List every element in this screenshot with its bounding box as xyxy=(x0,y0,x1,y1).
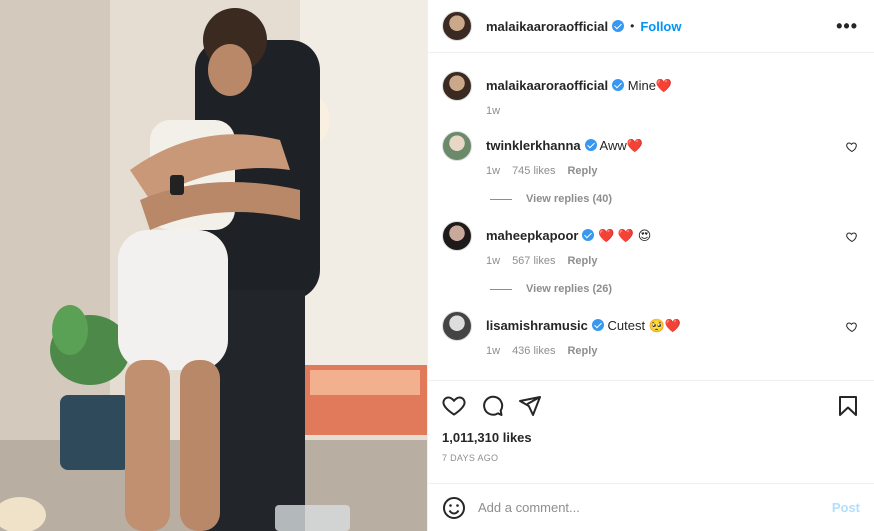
comment-username[interactable]: lisamishramusic xyxy=(486,318,588,333)
commenter-avatar[interactable] xyxy=(442,131,472,161)
comment-content: ❤️ ❤️ 😍 xyxy=(598,228,652,243)
verified-icon xyxy=(582,229,595,241)
add-comment-bar: Post xyxy=(428,483,874,531)
instagram-post: malaikaaroraofficial • Follow ••• malaik… xyxy=(0,0,874,531)
caption: malaikaaroraofficial Mine❤️ 1w xyxy=(442,71,858,117)
reply-button[interactable]: Reply xyxy=(567,255,597,267)
comment-time: 1w xyxy=(486,255,501,267)
caption-time: 1w xyxy=(486,105,501,117)
comment-content: Aww❤️ xyxy=(599,138,643,153)
comment-username[interactable]: twinklerkhanna xyxy=(486,138,581,153)
heart-icon[interactable] xyxy=(846,231,858,243)
comments-list: malaikaaroraofficial Mine❤️ 1w twinklerk… xyxy=(428,53,874,380)
heart-icon[interactable] xyxy=(846,141,858,153)
comment-username[interactable]: maheepkapoor xyxy=(486,228,578,243)
action-bar xyxy=(428,380,874,430)
save-icon[interactable] xyxy=(836,394,860,418)
post-date: 7 DAYS AGO xyxy=(442,453,499,463)
comment-icon[interactable] xyxy=(480,394,504,418)
comment-likes[interactable]: 436 likes xyxy=(512,345,555,357)
view-replies-label: View replies (26) xyxy=(526,283,613,295)
view-replies[interactable]: View replies (40) xyxy=(490,193,858,205)
comment-time: 1w xyxy=(486,165,501,177)
post-header: malaikaaroraofficial • Follow ••• xyxy=(428,0,874,53)
reply-button[interactable]: Reply xyxy=(567,345,597,357)
verified-icon xyxy=(584,139,597,151)
more-options-icon[interactable]: ••• xyxy=(836,16,858,37)
comment-time: 1w xyxy=(486,345,501,357)
comment-text: lisamishramusic Cutest 🥺❤️ xyxy=(486,311,858,335)
comment-text: maheepkapoor ❤️ ❤️ 😍 xyxy=(486,221,858,245)
comment-input[interactable] xyxy=(478,500,832,515)
verified-icon xyxy=(612,20,625,32)
reply-button[interactable]: Reply xyxy=(567,165,597,177)
commenter-avatar[interactable] xyxy=(442,311,472,341)
view-replies-label: View replies (40) xyxy=(526,193,613,205)
share-icon[interactable] xyxy=(518,394,542,418)
verified-icon xyxy=(591,319,604,331)
author-avatar[interactable] xyxy=(442,71,472,101)
post-photo-illustration xyxy=(0,0,427,531)
author-username[interactable]: malaikaaroraofficial xyxy=(486,19,608,34)
caption-username[interactable]: malaikaaroraofficial xyxy=(486,78,608,93)
view-replies[interactable]: View replies (26) xyxy=(490,283,858,295)
post-sidebar: malaikaaroraofficial • Follow ••• malaik… xyxy=(427,0,874,531)
comment-text: twinklerkhanna Aww❤️ xyxy=(486,131,858,155)
post-photo[interactable] xyxy=(0,0,427,531)
emoji-icon[interactable] xyxy=(442,496,466,520)
follow-button[interactable]: Follow xyxy=(640,19,681,34)
verified-icon xyxy=(612,79,625,91)
likes-count[interactable]: 1,011,310 likes xyxy=(428,430,874,445)
like-icon[interactable] xyxy=(442,394,466,418)
comment-likes[interactable]: 567 likes xyxy=(512,255,555,267)
comment-content: Cutest 🥺❤️ xyxy=(607,318,682,333)
separator-dot: • xyxy=(630,19,635,33)
commenter-avatar[interactable] xyxy=(442,221,472,251)
comment-row: maheepkapoor ❤️ ❤️ 😍 1w 567 likes Reply xyxy=(442,221,858,267)
caption-content: Mine❤️ xyxy=(627,78,673,93)
comment-row: twinklerkhanna Aww❤️ 1w 745 likes Reply xyxy=(442,131,858,177)
author-avatar[interactable] xyxy=(442,11,472,41)
heart-icon[interactable] xyxy=(846,321,858,333)
replies-line xyxy=(490,288,512,290)
comment-likes[interactable]: 745 likes xyxy=(512,165,555,177)
comment-row: lisamishramusic Cutest 🥺❤️ 1w 436 likes … xyxy=(442,311,858,357)
replies-line xyxy=(490,198,512,200)
post-button[interactable]: Post xyxy=(832,500,860,515)
caption-text: malaikaaroraofficial Mine❤️ xyxy=(486,71,858,95)
